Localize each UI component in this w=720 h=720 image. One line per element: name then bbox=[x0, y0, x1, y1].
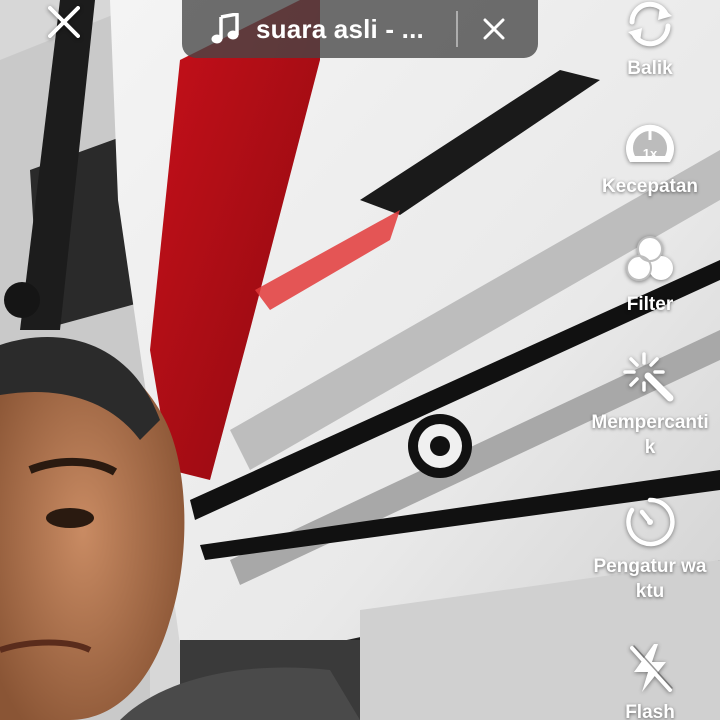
filter-icon bbox=[620, 230, 680, 290]
tool-label: Kecepatan bbox=[601, 176, 699, 197]
tool-label: Balik bbox=[627, 58, 673, 79]
tool-label: Flash bbox=[625, 702, 675, 720]
speed-gauge-icon: 1x bbox=[620, 112, 680, 172]
remove-sound-button[interactable] bbox=[458, 0, 530, 58]
timer-icon bbox=[620, 492, 680, 552]
tool-label: Filter bbox=[626, 294, 674, 315]
magic-wand-icon bbox=[620, 348, 680, 408]
music-note-icon bbox=[210, 13, 242, 45]
tool-label: Mempercantik bbox=[591, 412, 709, 458]
tool-timer-button[interactable]: Pengatur waktu bbox=[580, 492, 720, 604]
tool-speed-button[interactable]: 1x Kecepatan bbox=[580, 112, 720, 199]
close-button[interactable] bbox=[40, 0, 88, 44]
tool-label: Pengatur waktu bbox=[593, 556, 707, 602]
flash-off-icon bbox=[620, 638, 680, 698]
sound-title: suara asli - ... bbox=[256, 13, 424, 44]
camera-screen: suara asli - ... Balik 1x Kecepatan Filt… bbox=[0, 0, 720, 720]
flip-camera-icon bbox=[620, 0, 680, 54]
close-icon bbox=[47, 5, 81, 39]
tool-beautify-button[interactable]: Mempercantik bbox=[580, 348, 720, 460]
tool-flip-button[interactable]: Balik bbox=[580, 0, 720, 81]
close-icon bbox=[483, 18, 505, 40]
tool-filter-button[interactable]: Filter bbox=[580, 230, 720, 317]
tool-flash-button[interactable]: Flash bbox=[580, 638, 720, 720]
speed-badge: 1x bbox=[643, 146, 658, 161]
sound-selector[interactable]: suara asli - ... bbox=[182, 0, 538, 58]
